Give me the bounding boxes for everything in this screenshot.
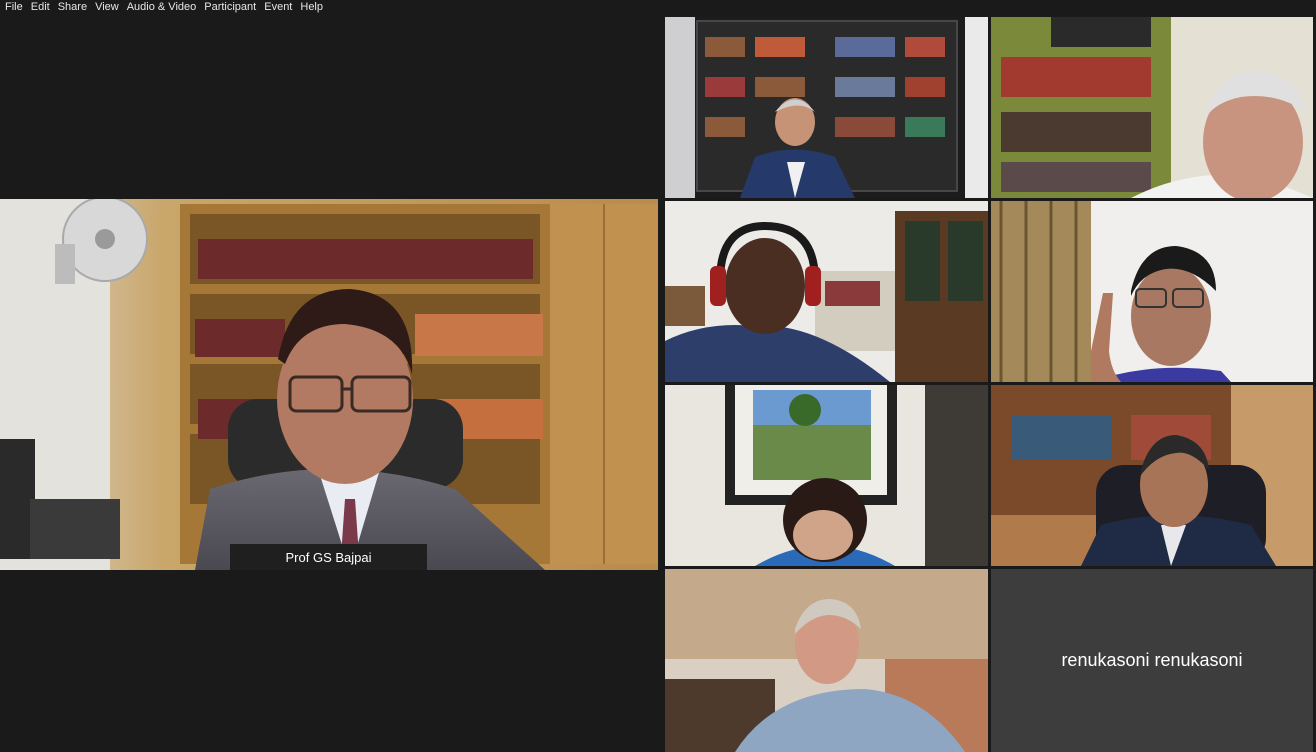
participant-video-5-frame [665,385,988,566]
participant-video-2-frame [991,17,1313,198]
menu-share[interactable]: Share [54,0,91,14]
menu-help[interactable]: Help [296,0,327,14]
participant-video-5[interactable] [665,385,988,566]
speaker-name-label: Prof GS Bajpai [230,544,427,570]
participant-video-7-frame [665,569,988,752]
participant-video-2[interactable] [991,17,1313,198]
participant-video-3[interactable] [665,201,988,382]
participant-video-6-frame [991,385,1313,566]
participant-video-3-frame [665,201,988,382]
menu-participant[interactable]: Participant [200,0,260,14]
participant-video-6[interactable] [991,385,1313,566]
participant-video-1-frame [665,17,988,198]
menu-file[interactable]: File [0,0,27,14]
menu-audio-video[interactable]: Audio & Video [123,0,201,14]
participant-name-label: renukasoni renukasoni [1061,650,1243,670]
participant-video-4-frame [991,201,1313,382]
menu-event[interactable]: Event [260,0,296,14]
participant-camera-off-tile[interactable]: renukasoni renukasoni [991,569,1313,752]
participant-video-7[interactable] [665,569,988,752]
active-speaker-video[interactable]: Prof GS Bajpai [0,199,658,570]
speaker-video-frame [0,199,658,570]
participant-video-4[interactable] [991,201,1313,382]
menu-bar: File Edit Share View Audio & Video Parti… [0,0,664,14]
menu-view[interactable]: View [91,0,123,14]
participant-video-1[interactable] [665,17,988,198]
menu-edit[interactable]: Edit [27,0,54,14]
